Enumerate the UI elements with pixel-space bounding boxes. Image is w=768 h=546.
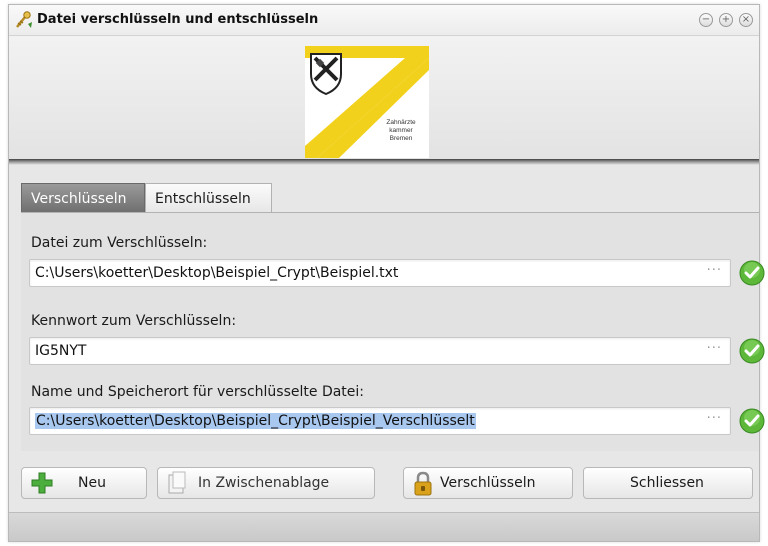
output-field[interactable]: C:\Users\koetter\Desktop\Beispiel_Crypt\… — [29, 407, 731, 435]
minimize-icon[interactable]: − — [699, 13, 713, 27]
file-field[interactable]: C:\Users\koetter\Desktop\Beispiel_Crypt\… — [29, 259, 731, 287]
file-browse-button[interactable]: ··· — [707, 263, 722, 278]
logo-line-2: kammer — [389, 127, 413, 134]
password-browse-button[interactable]: ··· — [707, 341, 722, 356]
header-banner: Zahnärzte kammer Bremen — [9, 36, 759, 159]
file-value: C:\Users\koetter\Desktop\Beispiel_Crypt\… — [35, 265, 399, 281]
new-button-label: Neu — [78, 475, 106, 491]
app-key-icon — [16, 11, 32, 28]
plus-icon — [31, 472, 53, 494]
close-icon[interactable]: × — [739, 13, 753, 27]
banner-divider — [9, 159, 759, 165]
new-button[interactable]: Neu — [21, 467, 147, 499]
encrypt-button-label: Verschlüsseln — [440, 475, 536, 491]
tab-entschluesseln[interactable]: Entschlüsseln — [145, 183, 272, 213]
window-title: Datei verschlüsseln und entschlüsseln — [37, 12, 319, 27]
maximize-icon[interactable]: + — [719, 13, 733, 27]
logo-line-1: Zahnärzte — [386, 119, 416, 126]
tab-verschluesseln[interactable]: Verschlüsseln — [21, 183, 145, 213]
clipboard-button-label: In Zwischenablage — [198, 475, 330, 491]
output-valid-check-icon — [739, 408, 765, 434]
clipboard-icon — [168, 471, 186, 494]
logo-line-3: Bremen — [390, 135, 413, 142]
password-value: IG5NYT — [35, 343, 87, 359]
password-label: Kennwort zum Verschlüsseln: — [31, 313, 237, 329]
close-button[interactable]: Schliessen — [583, 467, 753, 499]
clipboard-button[interactable]: In Zwischenablage — [157, 467, 375, 499]
lock-icon — [414, 471, 432, 496]
output-value: C:\Users\koetter\Desktop\Beispiel_Crypt\… — [35, 413, 476, 429]
close-button-label: Schliessen — [630, 475, 704, 491]
dialog-window: Datei verschlüsseln und entschlüsseln − … — [8, 4, 765, 542]
password-field[interactable]: IG5NYT ··· — [29, 337, 731, 365]
file-valid-check-icon — [739, 260, 765, 286]
zahnaerztekammer-logo: Zahnärzte kammer Bremen — [305, 46, 429, 158]
encrypt-button[interactable]: Verschlüsseln — [403, 467, 573, 499]
password-valid-check-icon — [739, 338, 765, 364]
status-bar — [9, 512, 759, 541]
file-label: Datei zum Verschlüsseln: — [31, 235, 208, 251]
output-browse-button[interactable]: ··· — [707, 411, 722, 426]
output-label: Name und Speicherort für verschlüsselte … — [31, 384, 365, 400]
encrypt-panel: Datei zum Verschlüsseln: C:\Users\koette… — [21, 212, 765, 451]
title-bar[interactable]: Datei verschlüsseln und entschlüsseln − … — [9, 5, 759, 36]
